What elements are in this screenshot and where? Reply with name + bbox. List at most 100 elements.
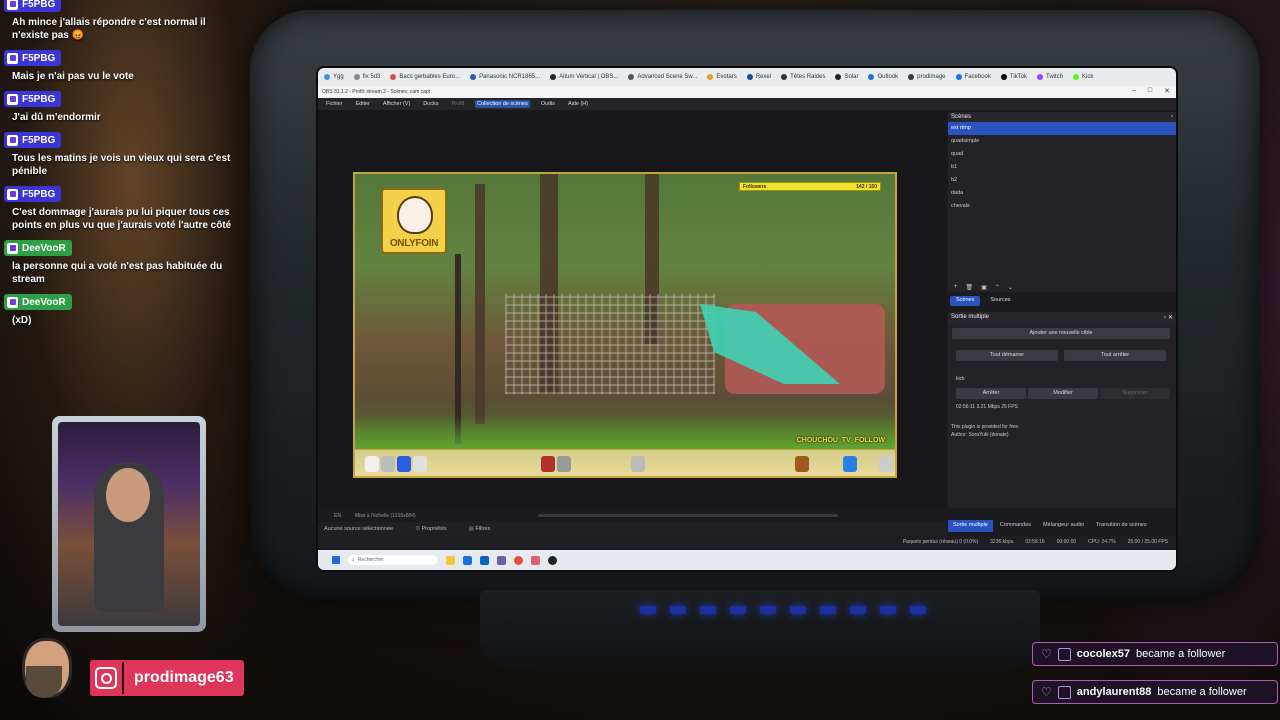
scene-item[interactable]: dada [948,187,1176,200]
target-name: kick [956,376,965,382]
windows-start-icon[interactable] [332,556,340,564]
cpu-usage: CPU: 24.7% [1088,539,1116,545]
stop-all-button[interactable]: Tout arrêter [1064,350,1166,361]
desktop-screen: Ygg fix 5d3 Bacs gerbables Euro... Panas… [318,68,1176,570]
pixel-character [541,456,555,472]
close-icon[interactable]: ✕ [1168,315,1173,321]
record-timer: 00:00:00 [1056,539,1077,545]
tab-sources[interactable]: Sources [984,296,1016,306]
teams-icon[interactable] [497,555,506,565]
add-icon[interactable]: + [954,284,958,290]
bookmark[interactable]: Advanced Scene Sw... [628,74,697,80]
menu-view[interactable]: Afficher (V) [381,100,412,108]
plugin-note: This plugin is provided for free. [951,424,1020,430]
pixel-character [795,456,809,472]
bookmark[interactable]: Outlook [868,74,898,80]
scene-item[interactable]: quad [948,148,1176,161]
undock-icon[interactable]: ▫ [1171,114,1173,120]
follow-tag: CHOUCHOU_TV_FOLLOW [796,437,885,444]
scale-dropdown[interactable]: Mise à l'échelle (1216x684) [355,513,416,519]
scene-item[interactable]: quadsimple [948,135,1176,148]
menu-help[interactable]: Aide (H) [566,100,590,108]
edit-button[interactable]: Modifier [1028,388,1098,399]
tab-controls[interactable]: Commandes [995,520,1036,532]
twitch-icon [7,0,18,10]
bookmark[interactable]: Rexel [746,74,771,80]
obs-icon[interactable] [548,555,557,565]
filter-icon[interactable]: ▣ [981,284,987,291]
preview-area[interactable]: ONLYFOIN Followers 142 / 150 CHOUCHOU_TV… [318,110,946,510]
bookmark[interactable]: TikTok [1000,74,1027,80]
pixel-character [413,456,427,472]
store-icon[interactable] [463,555,472,565]
tab-multi-output[interactable]: Sortie multiple [948,520,993,532]
scene-toolbar: + 🗑 ▣ ⌃ ⌄ [948,282,1176,292]
maximize-icon[interactable]: □ [1148,87,1152,95]
menu-profile[interactable]: Profil [450,100,467,108]
streamer-head [106,468,150,522]
bookmark[interactable]: Panasonic NCR1865... [470,74,540,80]
properties-button[interactable]: ⚙ Propriétés [415,526,447,532]
delete-button[interactable]: Supprimer [1100,388,1170,399]
taskbar-search[interactable]: ⌕ Rechercher [348,555,438,565]
heart-icon: ♡ [1041,685,1052,699]
tab-scenes[interactable]: Scènes [950,296,981,306]
tab-scene-transitions[interactable]: Transition de scènes [1091,520,1152,532]
outlook-icon[interactable] [480,555,489,565]
menu-scene-collection[interactable]: Collection de scènes [475,100,530,108]
bookmark[interactable]: Ygg [324,74,344,80]
menu-docks[interactable]: Docks [421,100,440,108]
bookmark[interactable]: Solar [835,74,858,80]
bookmark[interactable]: Kick [1073,74,1093,80]
pixel-character [631,456,645,472]
close-icon[interactable]: ✕ [1164,87,1170,95]
undock-icon[interactable]: ▫ [1164,315,1166,321]
bookmark[interactable]: Bacs gerbables Euro... [390,74,460,80]
menu-tools[interactable]: Outils [539,100,557,108]
goat-icon [397,196,433,234]
twitch-icon [7,188,18,200]
scene-item[interactable]: ext rtmp [948,122,1176,135]
trash-icon[interactable]: 🗑 [966,284,974,291]
scene-item[interactable]: b1 [948,161,1176,174]
preview-scrollbar[interactable] [538,514,838,517]
add-target-button[interactable]: Ajouter une nouvelle cible [952,328,1170,339]
pixel-character [557,456,571,472]
move-down-icon[interactable]: ⌄ [1008,284,1013,291]
pixel-character [843,456,857,472]
bookmark[interactable]: Twitch [1037,74,1063,80]
stream-preview[interactable]: ONLYFOIN Followers 142 / 150 CHOUCHOU_TV… [353,172,897,478]
bitrate: 3236 kbps [990,539,1014,545]
filters-button[interactable]: ▦ Filtres [469,526,491,532]
dropped-frames: Paquets perdus (réseau) 0 (0.0%) [902,539,979,545]
chat-username-badge: DeeVooR [4,240,72,256]
chat-message: DeeVooR (xD) [4,292,244,327]
file-explorer-icon[interactable] [446,555,455,565]
streamer-avatar [16,632,72,712]
start-all-button[interactable]: Tout démarrer [956,350,1058,361]
chrome-icon[interactable] [514,555,523,565]
minimize-icon[interactable]: – [1132,87,1136,95]
stop-button[interactable]: Arrêter [956,388,1026,399]
tab-audio-mixer[interactable]: Mélangeur audio [1038,520,1089,532]
bookmark[interactable]: Evotars [707,74,737,80]
move-up-icon[interactable]: ⌃ [995,284,1000,291]
fps-readout: 25.00 / 25.00 FPS [1127,539,1168,545]
pixel-character [381,456,395,472]
menu-file[interactable]: Fichier [324,100,345,108]
plugin-author[interactable]: Author: SoraYuki (donate) [951,432,1009,438]
pixel-character [397,456,411,472]
scene-item[interactable]: b2 [948,174,1176,187]
bookmark[interactable]: Aitum Vertical | OBS... [550,74,618,80]
scene-item[interactable]: chevals [948,200,1176,213]
window-title: OBS 31.1.2 - Profil: stream 2 - Scènes: … [322,89,431,95]
bookmark[interactable]: fix 5d3 [353,74,380,80]
map-pin-icon[interactable] [531,555,540,565]
menu-edit[interactable]: Editer [354,100,372,108]
bookmark[interactable]: Facebook [955,74,991,80]
instagram-handle: prodimage63 [134,669,234,686]
bookmark[interactable]: Têtes Raides [781,74,825,80]
scenes-header: Scènes ▫ [948,112,1176,122]
webcam-frame [52,416,206,632]
bookmark[interactable]: prodimage [908,74,946,80]
